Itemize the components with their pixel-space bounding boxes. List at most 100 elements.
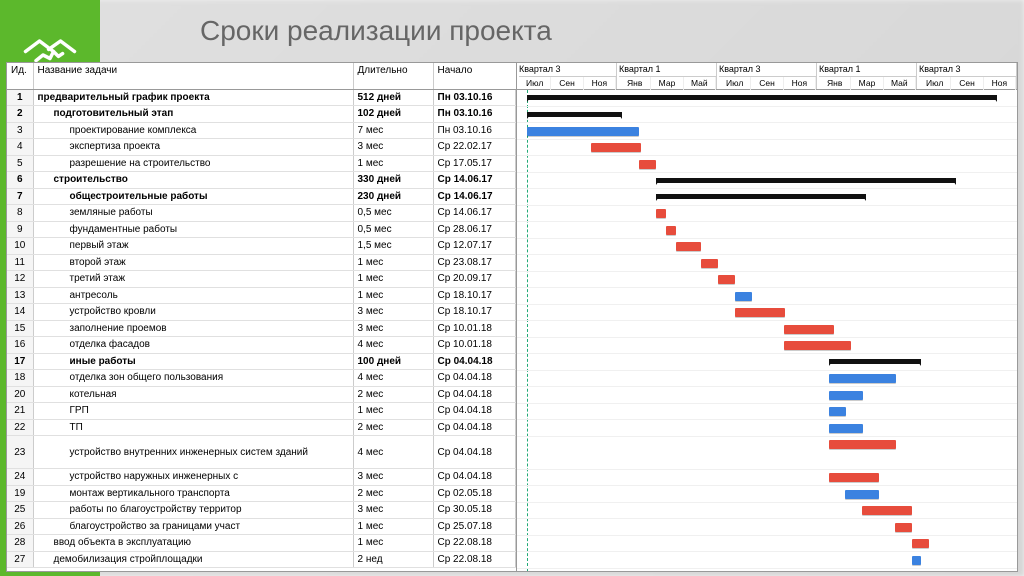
summary-bar[interactable]	[656, 178, 956, 183]
gantt-row[interactable]	[517, 206, 1017, 223]
gantt-row[interactable]	[517, 420, 1017, 437]
task-bar[interactable]	[829, 424, 863, 433]
gantt-row[interactable]	[517, 156, 1017, 173]
gantt-row[interactable]	[517, 189, 1017, 206]
gantt-row[interactable]	[517, 404, 1017, 421]
table-row[interactable]: 12третий этаж1 месСр 20.09.17	[7, 271, 516, 288]
table-header-row: Ид. Название задачи Длительно Начало	[7, 63, 516, 89]
task-bar[interactable]	[829, 391, 863, 400]
gantt-row[interactable]	[517, 123, 1017, 140]
task-bar[interactable]	[735, 292, 752, 301]
task-bar[interactable]	[701, 259, 718, 268]
cell-name: ввод объекта в эксплуатацию	[33, 535, 353, 552]
task-bar[interactable]	[912, 539, 929, 548]
task-bar[interactable]	[829, 374, 896, 383]
table-row[interactable]: 21ГРП1 месСр 04.04.18	[7, 403, 516, 420]
task-bar[interactable]	[829, 473, 879, 482]
task-bar[interactable]	[639, 160, 656, 169]
table-row[interactable]: 18отделка зон общего пользования4 месСр …	[7, 370, 516, 387]
gantt-row[interactable]	[517, 288, 1017, 305]
table-row[interactable]: 4экспертиза проекта3 месСр 22.02.17	[7, 139, 516, 156]
task-bar[interactable]	[656, 209, 666, 218]
gantt-row[interactable]	[517, 503, 1017, 520]
table-row[interactable]: 28ввод объекта в эксплуатацию1 месСр 22.…	[7, 535, 516, 552]
table-row[interactable]: 25работы по благоустройству территор3 ме…	[7, 502, 516, 519]
gantt-row[interactable]	[517, 107, 1017, 124]
gantt-row[interactable]	[517, 536, 1017, 553]
task-bar[interactable]	[676, 242, 701, 251]
table-row[interactable]: 23устройство внутренних инженерных систе…	[7, 436, 516, 469]
cell-name: подготовительный этап	[33, 106, 353, 123]
gantt-body[interactable]	[517, 90, 1017, 571]
table-row[interactable]: 10первый этаж1,5 месСр 12.07.17	[7, 238, 516, 255]
cell-start: Ср 14.06.17	[433, 188, 516, 205]
table-row[interactable]: 13антресоль1 месСр 18.10.17	[7, 287, 516, 304]
task-bar[interactable]	[829, 440, 896, 449]
cell-start: Ср 28.06.17	[433, 221, 516, 238]
table-row[interactable]: 14устройство кровли3 месСр 18.10.17	[7, 304, 516, 321]
table-row[interactable]: 6строительство330 днейСр 14.06.17	[7, 172, 516, 189]
gantt-row[interactable]	[517, 255, 1017, 272]
gantt-row[interactable]	[517, 437, 1017, 470]
task-bar[interactable]	[735, 308, 785, 317]
task-bar[interactable]	[527, 127, 639, 136]
table-row[interactable]: 22ТП2 месСр 04.04.18	[7, 419, 516, 436]
table-row[interactable]: 3проектирование комплекса7 месПн 03.10.1…	[7, 122, 516, 139]
summary-bar[interactable]	[527, 95, 997, 100]
summary-bar[interactable]	[656, 194, 866, 199]
table-row[interactable]: 15заполнение проемов3 месСр 10.01.18	[7, 320, 516, 337]
gantt-row[interactable]	[517, 321, 1017, 338]
table-row[interactable]: 2подготовительный этап102 днейПн 03.10.1…	[7, 106, 516, 123]
gantt-row[interactable]	[517, 222, 1017, 239]
gantt-row[interactable]	[517, 519, 1017, 536]
cell-duration: 100 дней	[353, 353, 433, 370]
gantt-row[interactable]	[517, 173, 1017, 190]
cell-start: Пн 03.10.16	[433, 106, 516, 123]
table-row[interactable]: 19монтаж вертикального транспорта2 месСр…	[7, 485, 516, 502]
gantt-row[interactable]	[517, 239, 1017, 256]
table-row[interactable]: 20котельная2 месСр 04.04.18	[7, 386, 516, 403]
table-row[interactable]: 27демобилизация стройплощадки2 недСр 22.…	[7, 551, 516, 568]
gantt-row[interactable]	[517, 486, 1017, 503]
cell-start: Ср 04.04.18	[433, 419, 516, 436]
gantt-row[interactable]	[517, 90, 1017, 107]
gantt-row[interactable]	[517, 354, 1017, 371]
task-bar[interactable]	[862, 506, 912, 515]
gantt-row[interactable]	[517, 371, 1017, 388]
gantt-row[interactable]	[517, 338, 1017, 355]
task-bar[interactable]	[591, 143, 641, 152]
table-row[interactable]: 16отделка фасадов4 месСр 10.01.18	[7, 337, 516, 354]
table-row[interactable]: 26благоустройство за границами участ1 ме…	[7, 518, 516, 535]
gantt-row[interactable]	[517, 305, 1017, 322]
task-bar[interactable]	[912, 556, 921, 565]
task-bar[interactable]	[895, 523, 912, 532]
task-bar[interactable]	[829, 407, 846, 416]
task-bar[interactable]	[718, 275, 735, 284]
table-row[interactable]: 24устройство наружных инженерных с3 месС…	[7, 469, 516, 486]
col-start[interactable]: Начало	[433, 63, 516, 89]
task-bar[interactable]	[845, 490, 879, 499]
col-id[interactable]: Ид.	[7, 63, 33, 89]
task-bar[interactable]	[666, 226, 676, 235]
task-bar[interactable]	[784, 325, 834, 334]
summary-bar[interactable]	[829, 359, 921, 364]
cell-duration: 330 дней	[353, 172, 433, 189]
table-row[interactable]: 1предварительный график проекта512 днейП…	[7, 89, 516, 106]
table-row[interactable]: 17иные работы100 днейСр 04.04.18	[7, 353, 516, 370]
cell-duration: 3 мес	[353, 139, 433, 156]
gantt-row[interactable]	[517, 387, 1017, 404]
table-row[interactable]: 5разрешение на строительство1 месСр 17.0…	[7, 155, 516, 172]
summary-bar[interactable]	[527, 112, 622, 117]
table-row[interactable]: 7общестроительные работы230 днейСр 14.06…	[7, 188, 516, 205]
table-row[interactable]: 11второй этаж1 месСр 23.08.17	[7, 254, 516, 271]
gantt-row[interactable]	[517, 552, 1017, 569]
table-row[interactable]: 9фундаментные работы0,5 месСр 28.06.17	[7, 221, 516, 238]
gantt-row[interactable]	[517, 140, 1017, 157]
gantt-row[interactable]	[517, 470, 1017, 487]
col-name[interactable]: Название задачи	[33, 63, 353, 89]
gantt-row[interactable]	[517, 272, 1017, 289]
col-duration[interactable]: Длительно	[353, 63, 433, 89]
task-bar[interactable]	[784, 341, 851, 350]
table-row[interactable]: 8земляные работы0,5 месСр 14.06.17	[7, 205, 516, 222]
cell-duration: 4 мес	[353, 337, 433, 354]
